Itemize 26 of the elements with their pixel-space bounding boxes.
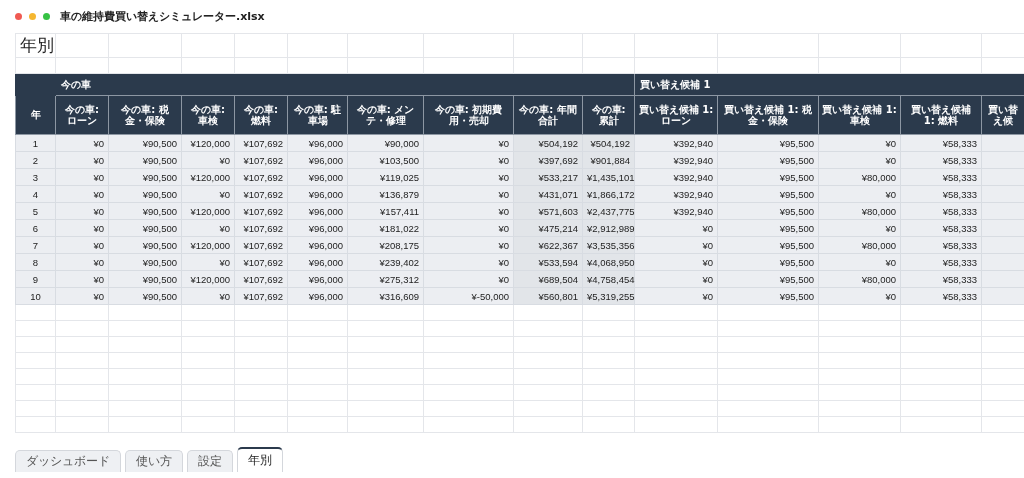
column-header: 今の車: 燃料: [234, 95, 288, 135]
column-header: 今の車: ローン: [55, 95, 109, 135]
group-header: 今の車: [55, 73, 635, 96]
column-header: 今の車: 税金・保険: [108, 95, 182, 135]
column-header: 買い替え候補 1: 燃料: [900, 95, 982, 135]
group-header: 買い替え候補 1: [634, 73, 1024, 96]
sheet-tab[interactable]: ダッシュボード: [15, 450, 121, 472]
column-header: 年: [15, 95, 56, 135]
sheet-tab[interactable]: 設定: [187, 450, 233, 472]
sheet-tab[interactable]: 年別: [237, 447, 283, 472]
column-header: 今の車: 駐車場: [287, 95, 348, 135]
maximize-window-icon[interactable]: [43, 13, 50, 20]
column-header: 今の車: 車検: [181, 95, 235, 135]
minimize-window-icon[interactable]: [29, 13, 36, 20]
column-header: 買い替え候: [981, 95, 1024, 135]
column-header: 買い替え候補 1: 税金・保険: [717, 95, 819, 135]
column-header: 今の車: 累計: [582, 95, 635, 135]
close-window-icon[interactable]: [15, 13, 22, 20]
column-header: 買い替え候補 1: 車検: [818, 95, 901, 135]
sheet-title: 年別: [20, 34, 55, 57]
column-header: 今の車: 初期費用・売却: [423, 95, 514, 135]
sheet-tab[interactable]: 使い方: [125, 450, 183, 472]
window-title: 車の維持費買い替えシミュレーター.xlsx: [60, 9, 265, 24]
column-header: 今の車: 年間合計: [513, 95, 583, 135]
column-header: 買い替え候補 1: ローン: [634, 95, 718, 135]
column-header: 今の車: メンテ・修理: [347, 95, 424, 135]
